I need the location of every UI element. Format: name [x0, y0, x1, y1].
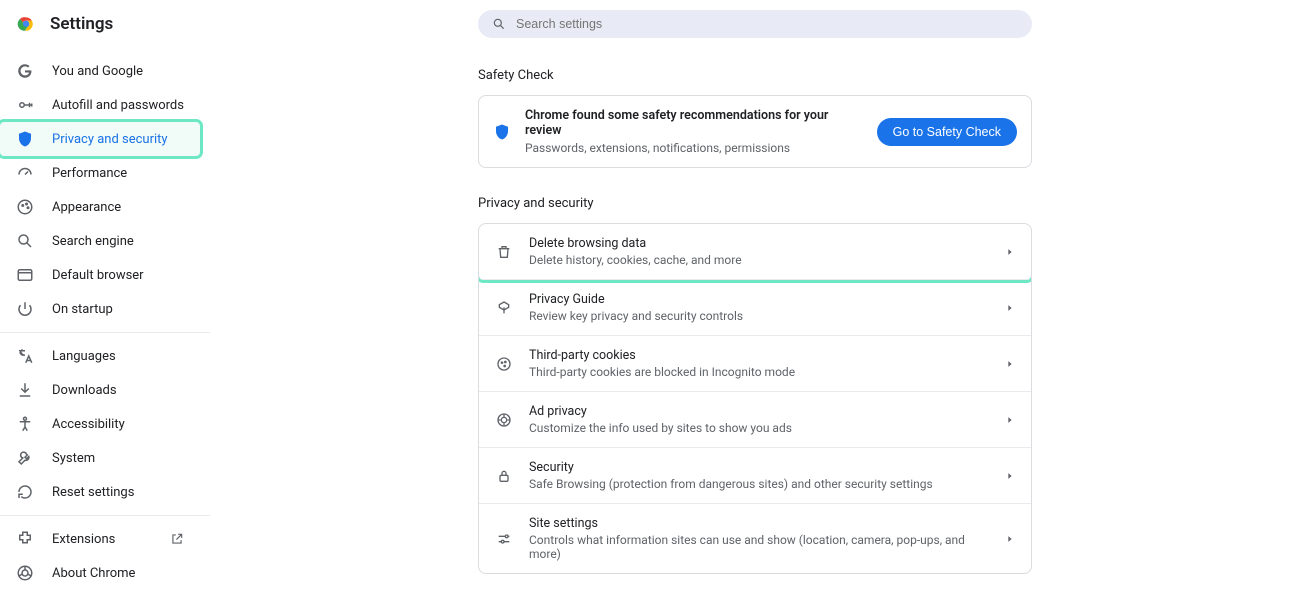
accessibility-icon	[16, 415, 34, 433]
extension-icon	[16, 530, 34, 548]
external-link-icon	[170, 532, 184, 546]
row-title: Security	[529, 460, 989, 475]
trash-icon	[495, 244, 513, 260]
palette-icon	[16, 198, 34, 216]
browser-icon	[16, 266, 34, 284]
chevron-right-icon	[1005, 359, 1015, 369]
chevron-right-icon	[1005, 534, 1015, 544]
main-content: Safety Check Chrome found some safety re…	[210, 0, 1300, 605]
sidebar-item-search-engine[interactable]: Search engine	[0, 224, 200, 258]
sidebar-item-appearance[interactable]: Appearance	[0, 190, 200, 224]
sidebar-item-label: Search engine	[52, 234, 134, 249]
sidebar-item-languages[interactable]: Languages	[0, 339, 200, 373]
search-icon	[492, 17, 506, 31]
row-subtitle: Third-party cookies are blocked in Incog…	[529, 365, 989, 379]
sidebar-item-default-browser[interactable]: Default browser	[0, 258, 200, 292]
row-title: Site settings	[529, 516, 989, 531]
sidebar-item-extensions[interactable]: Extensions	[0, 522, 200, 556]
sidebar-item-system[interactable]: System	[0, 441, 200, 475]
sidebar-item-downloads[interactable]: Downloads	[0, 373, 200, 407]
shield-icon	[16, 130, 34, 148]
row-security[interactable]: Security Safe Browsing (protection from …	[479, 448, 1031, 504]
google-g-icon	[16, 62, 34, 80]
safety-check-subtitle: Passwords, extensions, notifications, pe…	[525, 141, 863, 155]
sidebar-item-label: Privacy and security	[52, 132, 168, 147]
chevron-right-icon	[1005, 303, 1015, 313]
sidebar-item-on-startup[interactable]: On startup	[0, 292, 200, 326]
safety-check-title: Chrome found some safety recommendations…	[525, 108, 863, 138]
chevron-right-icon	[1005, 247, 1015, 257]
sliders-icon	[495, 531, 513, 547]
speedometer-icon	[16, 164, 34, 182]
settings-sidebar: Settings You and Google Autofill and pas…	[0, 0, 210, 605]
reset-icon	[16, 483, 34, 501]
privacy-section-label: Privacy and security	[478, 196, 1032, 211]
sidebar-item-label: Accessibility	[52, 417, 125, 432]
sidebar-item-label: Appearance	[52, 200, 121, 215]
row-ad-privacy[interactable]: Ad privacy Customize the info used by si…	[479, 392, 1031, 448]
sidebar-item-label: On startup	[52, 302, 113, 317]
row-subtitle: Safe Browsing (protection from dangerous…	[529, 477, 989, 491]
sidebar-item-label: Reset settings	[52, 485, 134, 500]
row-title: Delete browsing data	[529, 236, 989, 251]
sidebar-item-label: Performance	[52, 166, 127, 181]
safety-check-text: Chrome found some safety recommendations…	[525, 108, 863, 155]
sidebar-group-footer: Extensions About Chrome	[0, 522, 210, 596]
search-settings-input[interactable]	[516, 17, 1018, 31]
sidebar-group-secondary: Languages Downloads Accessibility System…	[0, 339, 210, 516]
sidebar-item-label: About Chrome	[52, 566, 135, 581]
cookie-icon	[495, 356, 513, 372]
sidebar-item-label: You and Google	[52, 64, 143, 79]
row-title: Privacy Guide	[529, 292, 989, 307]
search-settings-bar[interactable]	[478, 10, 1032, 38]
chrome-logo-icon	[16, 14, 36, 34]
sidebar-item-label: Languages	[52, 349, 116, 364]
chevron-right-icon	[1005, 471, 1015, 481]
search-icon	[16, 232, 34, 250]
download-icon	[16, 381, 34, 399]
chrome-outline-icon	[16, 564, 34, 582]
row-subtitle: Review key privacy and security controls	[529, 309, 989, 323]
privacy-list: Delete browsing data Delete history, coo…	[478, 223, 1032, 574]
brand-header: Settings	[0, 14, 210, 42]
power-icon	[16, 300, 34, 318]
go-to-safety-check-button[interactable]: Go to Safety Check	[877, 118, 1017, 146]
sidebar-item-accessibility[interactable]: Accessibility	[0, 407, 200, 441]
row-third-party-cookies[interactable]: Third-party cookies Third-party cookies …	[479, 336, 1031, 392]
wrench-icon	[16, 449, 34, 467]
sidebar-item-label: Extensions	[52, 532, 115, 547]
row-title: Ad privacy	[529, 404, 989, 419]
sidebar-item-autofill[interactable]: Autofill and passwords	[0, 88, 200, 122]
key-icon	[16, 96, 34, 114]
row-subtitle: Delete history, cookies, cache, and more	[529, 253, 989, 267]
sidebar-item-performance[interactable]: Performance	[0, 156, 200, 190]
translate-icon	[16, 347, 34, 365]
sidebar-group-main: You and Google Autofill and passwords Pr…	[0, 54, 210, 333]
sidebar-item-label: System	[52, 451, 95, 466]
sidebar-item-reset-settings[interactable]: Reset settings	[0, 475, 200, 509]
row-privacy-guide[interactable]: Privacy Guide Review key privacy and sec…	[479, 280, 1031, 336]
sidebar-item-label: Default browser	[52, 268, 144, 283]
row-delete-browsing-data[interactable]: Delete browsing data Delete history, coo…	[479, 224, 1031, 280]
safety-check-label: Safety Check	[478, 68, 1032, 83]
safety-check-card: Chrome found some safety recommendations…	[478, 95, 1032, 168]
row-subtitle: Controls what information sites can use …	[529, 533, 989, 561]
sidebar-item-about-chrome[interactable]: About Chrome	[0, 556, 200, 590]
guide-icon	[495, 300, 513, 316]
shield-icon	[493, 123, 511, 141]
brand-title: Settings	[50, 14, 113, 34]
sidebar-item-privacy-security[interactable]: Privacy and security	[0, 122, 200, 156]
row-title: Third-party cookies	[529, 348, 989, 363]
lock-icon	[495, 468, 513, 484]
ad-icon	[495, 412, 513, 428]
sidebar-item-you-and-google[interactable]: You and Google	[0, 54, 200, 88]
row-subtitle: Customize the info used by sites to show…	[529, 421, 989, 435]
row-site-settings[interactable]: Site settings Controls what information …	[479, 504, 1031, 573]
sidebar-item-label: Autofill and passwords	[52, 98, 184, 113]
sidebar-item-label: Downloads	[52, 383, 117, 398]
chevron-right-icon	[1005, 415, 1015, 425]
